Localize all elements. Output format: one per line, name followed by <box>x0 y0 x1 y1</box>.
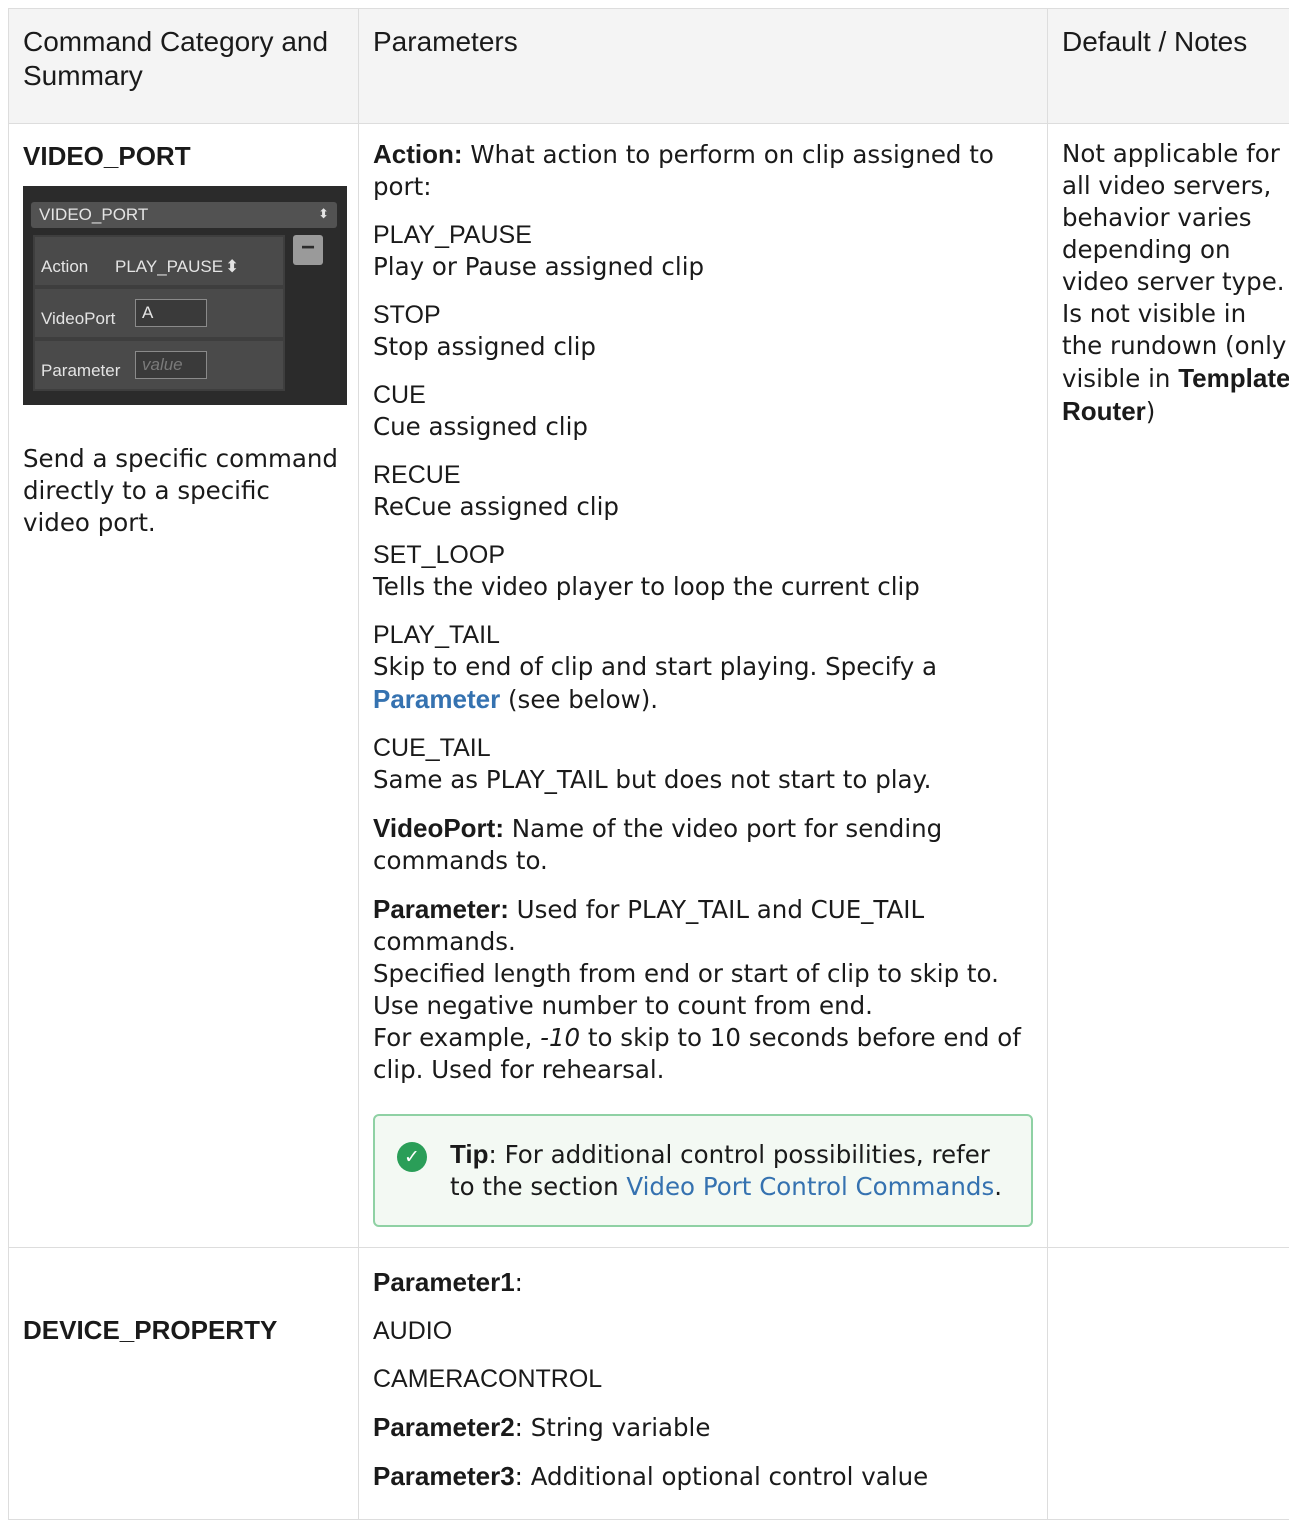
action-item: SET_LOOP Tells the video player to loop t… <box>373 539 1033 603</box>
video-port-widget-screenshot: VIDEO_PORT ⬍ Action PLAY_PAUSE ⬍ VideoPo… <box>23 186 347 405</box>
header-notes: Default / Notes <box>1047 8 1289 124</box>
widget-row-videoport: VideoPort A <box>35 289 283 337</box>
parameter-label: Parameter: <box>373 894 509 924</box>
action-desc: Cue assigned clip <box>373 412 588 441</box>
action-description: What action to perform on clip assigned … <box>373 140 994 201</box>
notes-end: ) <box>1145 397 1156 426</box>
tip-label: Tip <box>450 1139 489 1169</box>
action-desc: Stop assigned clip <box>373 332 596 361</box>
widget-body: Action PLAY_PAUSE ⬍ VideoPort A Paramete… <box>33 235 285 391</box>
widget-action-value: PLAY_PAUSE <box>115 257 224 276</box>
widget-header: VIDEO_PORT ⬍ <box>31 202 337 228</box>
action-name: SET_LOOP <box>373 541 505 569</box>
updown-arrow-icon: ⬍ <box>318 206 329 221</box>
table-row: DEVICE_PROPERTY Parameter1: AUDIO CAMERA… <box>8 1247 1289 1520</box>
widget-title: VIDEO_PORT <box>39 205 149 224</box>
command-table: Command Category and Summary Parameters … <box>8 8 1289 1520</box>
category-title: VIDEO_PORT <box>23 141 191 171</box>
widget-row-action: Action PLAY_PAUSE ⬍ <box>35 237 283 285</box>
action-desc-end: (see below). <box>500 685 659 714</box>
action-label: Action: <box>373 139 463 169</box>
parameter2-paragraph: Parameter2: String variable <box>373 1411 1033 1444</box>
updown-arrow-icon: ⬍ <box>225 257 240 276</box>
action-desc: Play or Pause assigned clip <box>373 252 705 281</box>
category-cell: VIDEO_PORT VIDEO_PORT ⬍ Action PLAY_PAUS… <box>8 123 359 1248</box>
parameter-paragraph: Parameter: Used for PLAY_TAIL and CUE_TA… <box>373 893 1033 1086</box>
minus-icon: − <box>293 235 323 265</box>
action-name: PLAY_PAUSE <box>373 221 532 249</box>
action-desc: Same as PLAY_TAIL but does not start to … <box>373 765 932 794</box>
action-item: CUE Cue assigned clip <box>373 379 1033 443</box>
widget-parameter-field: value <box>135 351 207 379</box>
parameter3-paragraph: Parameter3: Additional optional control … <box>373 1460 1033 1493</box>
tip-box: ✓ Tip: For additional control possibilit… <box>373 1114 1033 1227</box>
parameter1-paragraph: Parameter1: <box>373 1266 1033 1299</box>
parameter1-label: Parameter1 <box>373 1267 515 1297</box>
action-item: PLAY_PAUSE Play or Pause assigned clip <box>373 219 1033 283</box>
parameter-link[interactable]: Parameter <box>373 684 500 714</box>
action-name: CUE_TAIL <box>373 734 491 762</box>
category-summary: Send a specific command directly to a sp… <box>23 444 338 537</box>
parameter-description-2: Specified length from end or start of cl… <box>373 959 999 1020</box>
action-desc: Skip to end of clip and start playing. S… <box>373 652 938 681</box>
notes-cell <box>1047 1247 1289 1520</box>
action-desc: ReCue assigned clip <box>373 492 619 521</box>
parameter3-description: : Additional optional control value <box>514 1462 929 1491</box>
action-paragraph: Action: What action to perform on clip a… <box>373 138 1033 203</box>
widget-videoport-label: VideoPort <box>41 309 116 328</box>
action-name: STOP <box>373 301 441 329</box>
action-name: RECUE <box>373 461 461 489</box>
parameter-example-pre: For example, <box>373 1023 541 1052</box>
action-item: STOP Stop assigned clip <box>373 299 1033 363</box>
parameter1-value: AUDIO <box>373 1317 453 1345</box>
videoport-paragraph: VideoPort: Name of the video port for se… <box>373 812 1033 877</box>
parameter3-label: Parameter3 <box>373 1461 515 1491</box>
parameter1-value: CAMERACONTROL <box>373 1365 603 1393</box>
colon: : <box>514 1268 523 1297</box>
parameters-cell: Action: What action to perform on clip a… <box>358 123 1048 1248</box>
action-desc: Tells the video player to loop the curre… <box>373 572 920 601</box>
check-circle-icon: ✓ <box>397 1142 427 1172</box>
category-title: DEVICE_PROPERTY <box>23 1315 278 1345</box>
tip-end: . <box>994 1172 1003 1201</box>
widget-row-parameter: Parameter value <box>35 341 283 389</box>
parameters-cell: Parameter1: AUDIO CAMERACONTROL Paramete… <box>358 1247 1048 1520</box>
notes-cell: Not applicable for all video servers, be… <box>1047 123 1289 1248</box>
header-parameters: Parameters <box>358 8 1048 124</box>
header-category: Command Category and Summary <box>8 8 359 124</box>
parameter2-label: Parameter2 <box>373 1412 515 1442</box>
category-cell: DEVICE_PROPERTY <box>8 1247 359 1520</box>
table-row: VIDEO_PORT VIDEO_PORT ⬍ Action PLAY_PAUS… <box>8 123 1289 1248</box>
widget-videoport-field: A <box>135 299 207 327</box>
parameter2-description: : String variable <box>514 1413 711 1442</box>
action-item: RECUE ReCue assigned clip <box>373 459 1033 523</box>
widget-action-label: Action <box>41 257 89 276</box>
action-name: CUE <box>373 381 426 409</box>
video-port-control-commands-link[interactable]: Video Port Control Commands <box>626 1172 994 1201</box>
videoport-label: VideoPort: <box>373 813 504 843</box>
action-item: PLAY_TAIL Skip to end of clip and start p… <box>373 619 1033 716</box>
notes-text: Not applicable for all video servers, be… <box>1062 139 1285 296</box>
parameter-example-value: -10 <box>540 1023 581 1052</box>
table-header-row: Command Category and Summary Parameters … <box>8 8 1289 124</box>
action-item: CUE_TAIL Same as PLAY_TAIL but does not s… <box>373 732 1033 796</box>
action-name: PLAY_TAIL <box>373 621 500 649</box>
widget-parameter-label: Parameter <box>41 361 121 380</box>
